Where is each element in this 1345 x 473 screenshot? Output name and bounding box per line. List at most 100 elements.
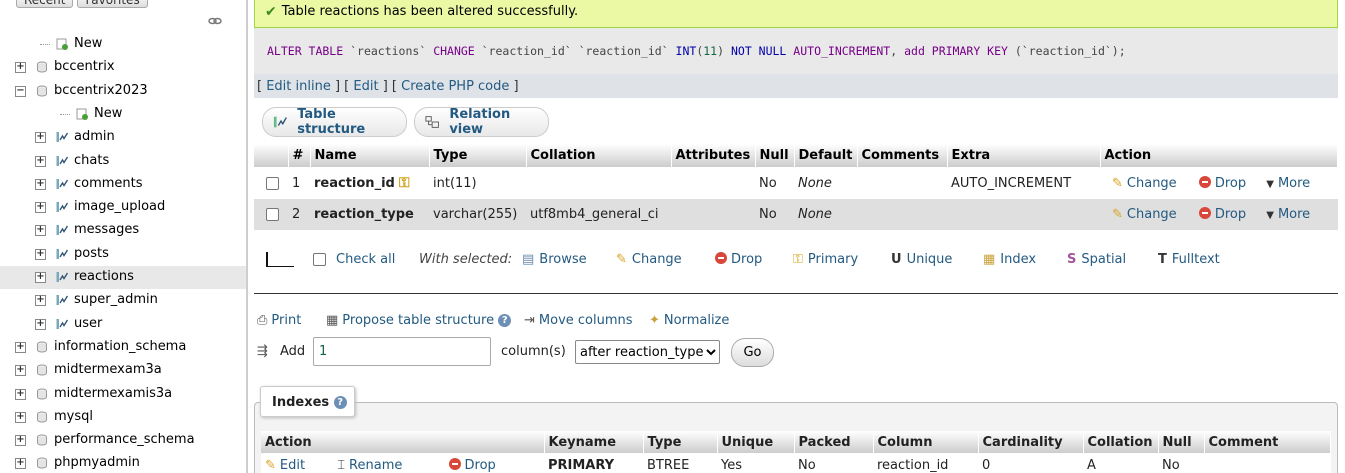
print-label: Print	[271, 313, 302, 328]
go-button[interactable]: Go	[731, 338, 774, 367]
column-position-select[interactable]: after reaction_type	[575, 340, 720, 364]
help-icon[interactable]: ?	[333, 396, 347, 409]
idx-drop-button[interactable]: Drop	[448, 457, 496, 473]
header-name[interactable]: Name	[310, 144, 430, 167]
tab-relation-view[interactable]: Relation view	[414, 107, 549, 137]
header-default[interactable]: Default	[794, 144, 858, 167]
expand-icon[interactable]: +	[15, 458, 26, 470]
edit-inline-link[interactable]: Edit inline	[266, 79, 331, 94]
tab-table-structure[interactable]: Table structure	[262, 107, 407, 137]
tree-database-item[interactable]: + midtermexamis3a	[0, 383, 246, 406]
sql-token: ,	[890, 44, 905, 58]
expand-icon[interactable]: +	[35, 248, 46, 260]
expand-icon[interactable]: +	[15, 388, 26, 400]
bulk-spatial-button[interactable]: S Spatial	[1067, 252, 1126, 267]
sql-token: )	[717, 44, 731, 58]
tree-database-item[interactable]: + performance_schema	[0, 429, 246, 452]
idx-rename-button[interactable]: ⌶ Rename	[337, 458, 402, 473]
tree-table-item[interactable]: + chats	[0, 150, 246, 173]
tree-table-item[interactable]: + messages	[0, 219, 246, 242]
tree-database-item[interactable]: + mysql	[0, 406, 246, 429]
collapse-icon[interactable]: −	[15, 85, 26, 97]
row-checkbox[interactable]	[266, 208, 279, 221]
bulk-unique-button[interactable]: U Unique	[891, 252, 952, 267]
normalize-label: Normalize	[663, 313, 730, 328]
help-icon[interactable]: ?	[498, 314, 512, 327]
tree-table-item[interactable]: + posts	[0, 243, 246, 266]
expand-icon[interactable]: +	[15, 411, 26, 423]
expand-icon[interactable]: +	[15, 435, 26, 447]
tree-database-item[interactable]: + phpmyadmin	[0, 452, 246, 473]
tree-table-item[interactable]: + comments	[0, 173, 246, 196]
bulk-primary-button[interactable]: ⚿ Primary	[793, 252, 858, 267]
navigation-panel: Recent Favorites New + bccentrix − bccentrix…	[0, 0, 248, 473]
add-label: Add	[280, 344, 306, 359]
tree-table-item[interactable]: + image_upload	[0, 196, 246, 219]
row-checkbox[interactable]	[266, 176, 279, 190]
expand-icon[interactable]: +	[35, 225, 46, 237]
header-comments[interactable]: Comments	[857, 144, 948, 167]
tab-favorites[interactable]: Favorites	[77, 0, 148, 8]
expand-icon[interactable]: +	[35, 272, 46, 283]
print-button[interactable]: ⎙ Print	[257, 313, 301, 328]
propose-structure-button[interactable]: ▦ Propose table structure ?	[326, 313, 512, 328]
tab-recent[interactable]: Recent	[16, 0, 74, 8]
pencil-icon: ✎	[1112, 207, 1123, 222]
header-collation[interactable]: Collation	[526, 144, 672, 167]
tree-new-item[interactable]: New	[0, 33, 246, 56]
tree-item-label: mysql	[54, 408, 93, 424]
nav-scrollbar[interactable]	[246, 0, 247, 473]
tree-database-item[interactable]: − bccentrix2023	[0, 80, 246, 103]
add-columns-row: ⇶ Add column(s) after reaction_type Go	[254, 336, 1338, 368]
header-type[interactable]: Type	[429, 144, 527, 167]
drop-label: Drop	[1214, 207, 1247, 222]
bulk-browse-button[interactable]: ▤ Browse	[522, 252, 587, 267]
bulk-fulltext-button[interactable]: T Fulltext	[1158, 252, 1220, 267]
expand-icon[interactable]: +	[35, 202, 46, 214]
tree-table-item[interactable]: + super_admin	[0, 289, 246, 312]
change-button[interactable]: ✎ Change	[1112, 207, 1177, 222]
tree-database-item[interactable]: + midtermexam3a	[0, 359, 246, 382]
check-all-checkbox[interactable]	[313, 253, 326, 266]
idx-edit-button[interactable]: ✎ Edit	[265, 458, 305, 473]
bulk-drop-button[interactable]: Drop	[715, 252, 762, 267]
bulk-change-button[interactable]: ✎ Change	[616, 252, 682, 267]
edit-link[interactable]: Edit	[353, 79, 378, 94]
idx-header-null: Null	[1158, 431, 1205, 453]
expand-icon[interactable]: +	[35, 132, 46, 144]
normalize-button[interactable]: ✦ Normalize	[649, 313, 729, 328]
database-icon	[36, 85, 48, 97]
move-columns-button[interactable]: ⇥ Move columns	[524, 313, 633, 328]
expand-icon[interactable]: +	[35, 318, 46, 330]
header-null[interactable]: Null	[755, 144, 795, 167]
check-icon: ✔	[265, 3, 277, 20]
expand-icon[interactable]: +	[35, 295, 46, 307]
table-icon	[56, 294, 69, 306]
more-button[interactable]: ▼ More	[1266, 207, 1310, 222]
tree-table-item[interactable]: + admin	[0, 126, 246, 149]
tree-table-item[interactable]: + reactions	[0, 266, 246, 289]
link-with-main-icon[interactable]	[208, 16, 222, 26]
idx-header-column: Column	[873, 431, 979, 453]
drop-button[interactable]: Drop	[1198, 207, 1247, 222]
column-null: No	[755, 199, 794, 230]
expand-icon[interactable]: +	[35, 178, 46, 190]
drop-button[interactable]: Drop	[1198, 175, 1246, 191]
change-button[interactable]: ✎ Change	[1112, 176, 1177, 191]
tree-new-item[interactable]: New	[0, 103, 246, 126]
expand-icon[interactable]: +	[15, 365, 26, 377]
add-column-count-input[interactable]	[313, 337, 491, 366]
tree-database-item[interactable]: + bccentrix	[0, 56, 246, 79]
more-button[interactable]: ▼ More	[1266, 176, 1310, 191]
tree-database-item[interactable]: + information_schema	[0, 336, 246, 359]
expand-icon[interactable]: +	[35, 155, 46, 167]
expand-icon[interactable]: +	[15, 341, 26, 353]
header-extra[interactable]: Extra	[947, 144, 1101, 167]
header-attributes[interactable]: Attributes	[671, 144, 756, 167]
create-php-link[interactable]: Create PHP code	[401, 79, 509, 94]
column-type: int(11)	[429, 167, 526, 199]
expand-icon[interactable]: +	[15, 62, 26, 74]
bulk-index-button[interactable]: ▦ Index	[983, 252, 1036, 267]
tree-table-item[interactable]: + user	[0, 313, 246, 336]
check-all-label[interactable]: Check all	[336, 252, 395, 267]
